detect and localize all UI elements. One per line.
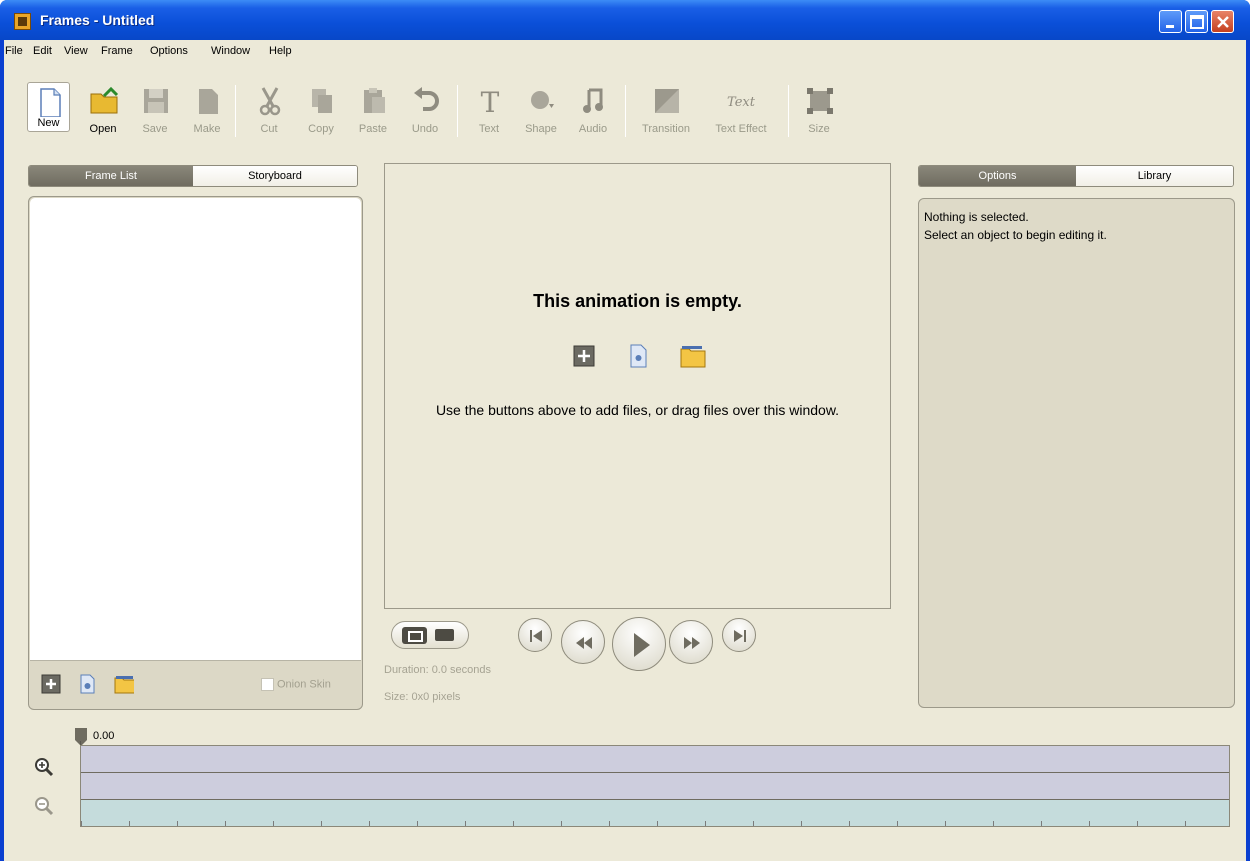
svg-text:T: T [481, 86, 500, 116]
right-panel-tabs: Options Library [918, 165, 1234, 187]
menu-view[interactable]: View [64, 45, 88, 57]
size-resize-icon [807, 88, 833, 114]
menu-file[interactable]: File [5, 45, 23, 57]
toolbar-separator [788, 85, 789, 137]
paste-label: Paste [358, 123, 388, 135]
tab-frame-list[interactable]: Frame List [29, 166, 193, 186]
options-line-1: Nothing is selected. [924, 210, 1029, 224]
client-area: File Edit View Frame Options Window Help… [4, 40, 1246, 861]
playhead-time: 0.00 [93, 730, 115, 742]
copy-label: Copy [308, 123, 334, 135]
skip-start-icon [530, 630, 542, 642]
save-disk-icon [144, 89, 168, 113]
svg-text:Text: Text [727, 95, 756, 110]
tab-storyboard[interactable]: Storyboard [193, 166, 357, 186]
transition-icon [655, 89, 679, 113]
frame-view-icon[interactable] [402, 627, 427, 644]
left-panel-tabs: Frame List Storyboard [28, 165, 358, 187]
shape-icon [531, 91, 554, 109]
duration-info: Duration: 0.0 seconds [384, 664, 492, 676]
import-file-large-icon[interactable] [626, 344, 650, 368]
skip-end-icon [734, 630, 746, 642]
title-bar[interactable]: Frames - Untitled [0, 0, 1250, 40]
play-button[interactable] [612, 617, 666, 671]
open-folder-large-icon[interactable] [680, 344, 705, 368]
timeline-track[interactable] [81, 746, 1229, 773]
canvas-area[interactable]: This animation is empty. Use the buttons… [384, 163, 891, 609]
open-label: Open [89, 123, 117, 135]
menu-help[interactable]: Help [269, 45, 292, 57]
toolbar-separator [457, 85, 458, 137]
text-label: Text [478, 123, 500, 135]
window-title: Frames - Untitled [40, 12, 155, 28]
open-folder-icon [90, 86, 119, 114]
open-folder-small-icon[interactable] [114, 674, 134, 694]
options-line-2: Select an object to begin editing it. [924, 228, 1107, 242]
onion-skin-checkbox[interactable]: Onion Skin [261, 678, 331, 691]
menu-frame[interactable]: Frame [101, 45, 133, 57]
scissors-icon [259, 87, 281, 116]
onion-skin-check[interactable] [261, 678, 274, 691]
audio-note-icon [583, 88, 603, 113]
empty-actions [385, 344, 890, 368]
menu-bar: File Edit View Frame Options Window Help [4, 40, 1246, 62]
options-panel: Nothing is selected. Select an object to… [918, 198, 1235, 708]
frame-list-panel: Onion Skin [28, 196, 363, 710]
zoom-out-icon[interactable] [34, 796, 54, 816]
rewind-icon [576, 637, 592, 649]
play-icon [634, 633, 650, 657]
text-t-icon: T [481, 86, 500, 116]
options-message: Nothing is selected. Select an object to… [924, 208, 1107, 244]
app-window: Frames - Untitled File Edit View Frame O… [0, 0, 1250, 861]
zoom-in-icon[interactable] [34, 757, 54, 777]
copy-icon [312, 89, 332, 113]
transition-label: Transition [642, 123, 690, 135]
audio-track[interactable] [81, 800, 1229, 826]
save-label: Save [142, 123, 168, 135]
empty-title: This animation is empty. [533, 291, 742, 311]
maximize-button[interactable] [1185, 10, 1208, 33]
make-document-icon [199, 89, 218, 114]
view-mode-toggle[interactable] [391, 621, 469, 649]
size-label: Size [808, 123, 830, 135]
onion-skin-label: Onion Skin [277, 678, 331, 691]
new-document-icon [40, 88, 61, 117]
menu-edit[interactable]: Edit [33, 45, 52, 57]
toolbar-separator [625, 85, 626, 137]
undo-arrow-icon [414, 87, 439, 111]
paste-clipboard-icon [364, 88, 385, 113]
fast-forward-button[interactable] [669, 620, 713, 664]
shape-label: Shape [525, 123, 557, 135]
rewind-button[interactable] [561, 620, 605, 664]
menu-window[interactable]: Window [211, 45, 250, 57]
undo-label: Undo [411, 123, 439, 135]
fast-forward-icon [684, 637, 700, 649]
size-info: Size: 0x0 pixels [384, 691, 461, 703]
empty-hint: Use the buttons above to add files, or d… [435, 402, 840, 418]
add-frame-icon[interactable] [41, 674, 61, 694]
frame-list-area[interactable] [30, 198, 361, 661]
make-label: Make [193, 123, 221, 135]
toolbar-separator [235, 85, 236, 137]
timeline-ruler [81, 821, 1229, 826]
cut-label: Cut [260, 123, 278, 135]
close-button[interactable] [1211, 10, 1234, 33]
go-to-start-button[interactable] [518, 618, 552, 652]
text-effect-label: Text Effect [715, 123, 767, 135]
tab-options[interactable]: Options [919, 166, 1076, 186]
camera-view-icon[interactable] [435, 629, 454, 641]
timeline-tracks[interactable] [80, 745, 1230, 827]
timeline-track[interactable] [81, 773, 1229, 800]
tab-library[interactable]: Library [1076, 166, 1233, 186]
add-frame-large-icon[interactable] [572, 344, 596, 368]
app-icon [14, 13, 31, 30]
go-to-end-button[interactable] [722, 618, 756, 652]
new-button[interactable]: New [27, 82, 70, 132]
text-effect-icon: Text [727, 95, 756, 110]
minimize-button[interactable] [1159, 10, 1182, 33]
menu-options[interactable]: Options [150, 45, 188, 57]
new-label: New [37, 117, 60, 129]
audio-label: Audio [578, 123, 608, 135]
import-file-icon[interactable] [77, 674, 97, 694]
